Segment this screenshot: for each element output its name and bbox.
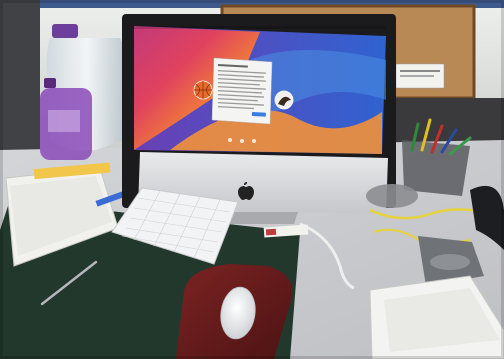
photo-scene xyxy=(0,0,504,359)
shutdown-icon[interactable] xyxy=(252,139,256,143)
small-bottle-cap xyxy=(44,78,56,88)
bottle-label xyxy=(48,110,80,132)
menu-bar xyxy=(134,26,386,29)
desk-photo xyxy=(0,0,504,359)
bottle-cap xyxy=(52,24,78,38)
cable-tag-mark xyxy=(265,228,277,236)
dialog-button[interactable] xyxy=(251,112,266,117)
restart-icon[interactable] xyxy=(240,139,244,143)
note-line xyxy=(400,70,440,72)
hole-punch-top xyxy=(430,254,470,270)
cable-coil xyxy=(366,184,418,208)
sleep-icon[interactable] xyxy=(228,138,232,142)
note-line xyxy=(400,75,434,77)
